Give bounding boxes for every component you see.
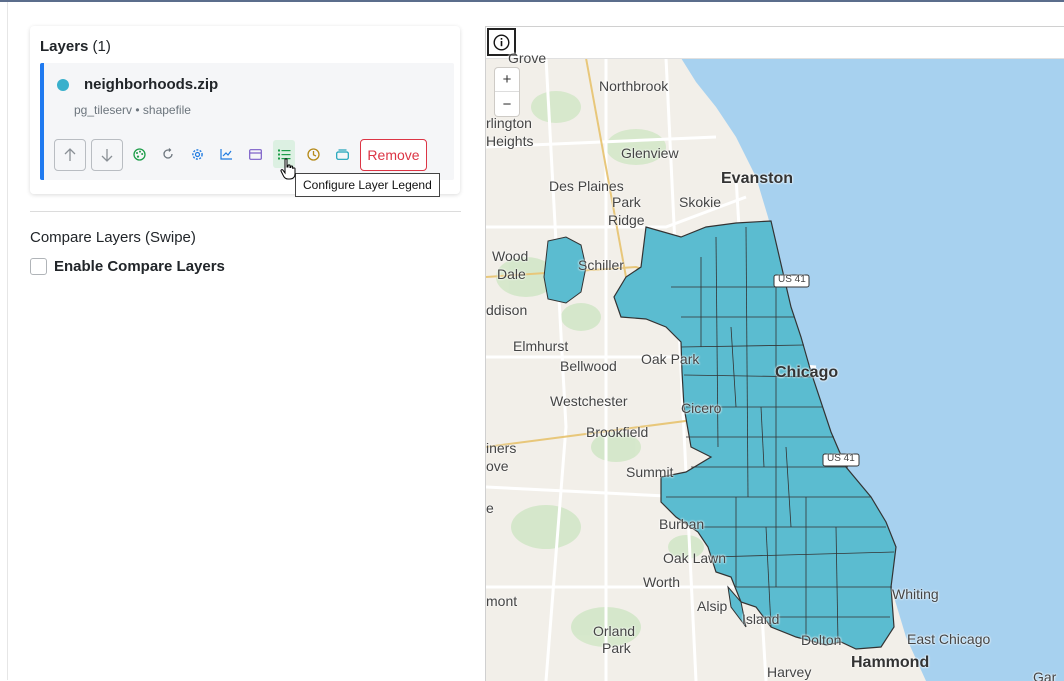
map-label: Elmhurst	[513, 338, 569, 354]
map-label: Island	[742, 611, 780, 627]
layer-name: neighborhoods.zip	[84, 76, 219, 93]
map-label: Northbrook	[599, 78, 669, 94]
highway-label: US 41	[778, 274, 806, 285]
map-label: Schiller	[578, 257, 624, 273]
map-label: Chicago	[775, 364, 839, 381]
remove-button[interactable]: Remove	[360, 139, 427, 171]
style-button[interactable]	[128, 140, 150, 168]
map-label: Glenview	[621, 145, 679, 161]
compare-checkbox-label[interactable]: Enable Compare Layers	[54, 258, 225, 275]
layer-item[interactable]: neighborhoods.zip pg_tileserv • shapefil…	[40, 63, 454, 180]
map-label: Gar	[1033, 669, 1057, 681]
refresh-button[interactable]	[157, 140, 179, 168]
table-icon	[248, 148, 262, 160]
map-label: rlington	[486, 115, 532, 131]
gear-icon	[191, 148, 203, 160]
layers-title-text: Layers	[40, 38, 89, 55]
map-label: Dale	[497, 266, 526, 282]
map-label: Hammond	[851, 654, 930, 671]
zoom-in-button[interactable]: +	[495, 68, 519, 92]
table-button[interactable]	[244, 140, 266, 168]
map-label: Oak Lawn	[663, 550, 727, 566]
map-label: Grove	[508, 50, 547, 66]
map-label: ove	[486, 458, 509, 474]
map-label: Heights	[486, 133, 534, 149]
arrow-down-icon	[101, 149, 113, 162]
chart-button[interactable]	[215, 140, 237, 168]
zoom-out-button[interactable]: −	[495, 92, 519, 116]
map-label: Orland	[593, 623, 636, 639]
palette-icon	[132, 147, 146, 161]
map-label: iners	[486, 440, 517, 456]
map-label: Bellwood	[560, 358, 617, 374]
info-icon	[493, 33, 510, 51]
map-label: Burban	[659, 516, 705, 532]
map-label: Alsip	[697, 598, 728, 614]
map-label: e	[486, 500, 494, 516]
chart-line-icon	[219, 149, 232, 160]
map-label: Evanston	[721, 170, 794, 187]
map-label: Park	[602, 640, 631, 656]
top-bar	[0, 0, 1064, 2]
map-header	[486, 27, 1064, 59]
map-label: mont	[486, 593, 518, 609]
map-label: Skokie	[679, 194, 722, 210]
map-label: Whiting	[892, 586, 939, 602]
map-label: Oak Park	[641, 351, 700, 367]
move-up-button[interactable]	[54, 139, 86, 171]
map-label: East Chicago	[907, 631, 991, 647]
zoom-control: + −	[495, 68, 519, 116]
layer-subtitle: pg_tileserv • shapefile	[74, 103, 191, 117]
section-divider	[30, 211, 461, 212]
layers-title: Layers (1)	[40, 38, 111, 55]
clock-icon	[306, 147, 320, 161]
compare-checkbox[interactable]	[30, 258, 47, 275]
map-label: Westchester	[550, 393, 628, 409]
layer-color-dot	[57, 79, 69, 91]
map-label: Harvey	[767, 664, 812, 680]
highway-label: US 41	[827, 453, 855, 464]
map-label: Wood	[492, 248, 529, 264]
map-label: Cicero	[681, 400, 722, 416]
map-label: Brookfield	[586, 424, 649, 440]
map-label: Des Plaines	[549, 178, 624, 194]
settings-button[interactable]	[186, 140, 208, 168]
map-label: Park	[612, 194, 641, 210]
group-button[interactable]	[331, 140, 353, 168]
time-button[interactable]	[302, 140, 324, 168]
map-label: Ridge	[608, 212, 645, 228]
map-view[interactable]: + − Grove Northbrook rlington Heights Gl…	[485, 26, 1064, 681]
layers-card: Layers (1) neighborhoods.zip pg_tileserv…	[30, 26, 460, 194]
map-canvas[interactable]	[486, 27, 1064, 681]
legend-tooltip: Configure Layer Legend	[295, 173, 440, 197]
sidebar-edge	[7, 2, 8, 680]
map-label: Dolton	[801, 632, 842, 648]
layers-icon	[335, 148, 349, 160]
map-label: ddison	[486, 302, 528, 318]
map-label: Worth	[643, 574, 681, 590]
move-down-button[interactable]	[91, 139, 123, 171]
layers-count: (1)	[92, 38, 111, 55]
map-label: Summit	[626, 464, 674, 480]
hand-cursor-icon	[280, 158, 296, 180]
compare-title: Compare Layers (Swipe)	[30, 229, 196, 246]
refresh-icon	[163, 148, 173, 159]
arrow-up-icon	[64, 148, 76, 161]
